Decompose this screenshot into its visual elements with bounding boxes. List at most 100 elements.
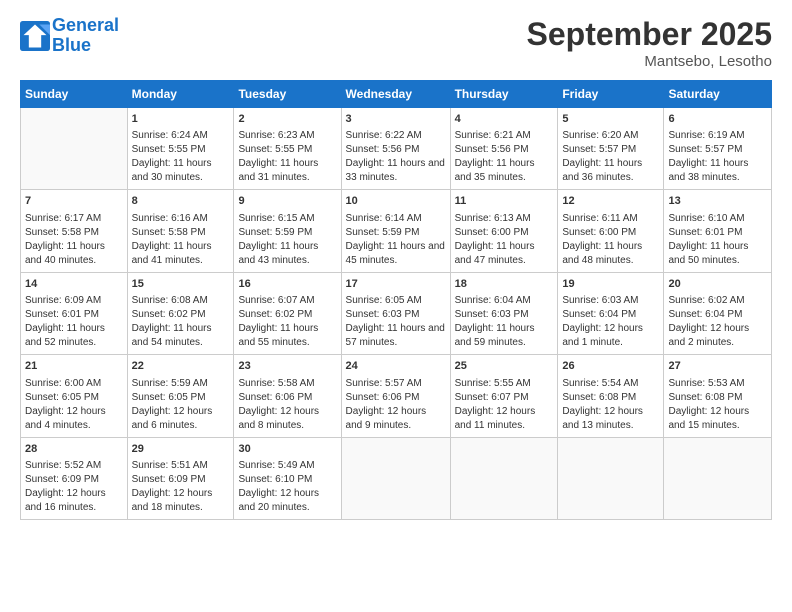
header: General Blue September 2025 Mantsebo, Le… — [20, 16, 772, 70]
day-number: 22 — [132, 359, 230, 374]
sunset-text: Sunset: 6:04 PM — [562, 309, 636, 320]
daylight-text: Daylight: 12 hours and 1 minute. — [562, 323, 643, 348]
calendar-cell: 4Sunrise: 6:21 AMSunset: 5:56 PMDaylight… — [450, 108, 558, 190]
day-number: 21 — [25, 359, 123, 374]
calendar-cell: 15Sunrise: 6:08 AMSunset: 6:02 PMDayligh… — [127, 272, 234, 354]
day-number: 26 — [562, 359, 659, 374]
logo-text: General Blue — [52, 16, 119, 56]
day-number: 27 — [668, 359, 767, 374]
sunrise-text: Sunrise: 5:53 AM — [668, 378, 744, 389]
daylight-text: Daylight: 12 hours and 11 minutes. — [455, 406, 536, 431]
title-block: September 2025 Mantsebo, Lesotho — [527, 16, 772, 70]
daylight-text: Daylight: 11 hours and 35 minutes. — [455, 158, 535, 183]
calendar-week-0: 1Sunrise: 6:24 AMSunset: 5:55 PMDaylight… — [21, 108, 772, 190]
sunset-text: Sunset: 6:04 PM — [668, 309, 742, 320]
daylight-text: Daylight: 11 hours and 30 minutes. — [132, 158, 212, 183]
sunset-text: Sunset: 5:59 PM — [238, 227, 312, 238]
daylight-text: Daylight: 11 hours and 41 minutes. — [132, 241, 212, 266]
calendar-cell: 24Sunrise: 5:57 AMSunset: 6:06 PMDayligh… — [341, 355, 450, 437]
daylight-text: Daylight: 12 hours and 13 minutes. — [562, 406, 643, 431]
logo: General Blue — [20, 16, 119, 56]
calendar-cell: 5Sunrise: 6:20 AMSunset: 5:57 PMDaylight… — [558, 108, 664, 190]
sunset-text: Sunset: 5:58 PM — [132, 227, 206, 238]
sunrise-text: Sunrise: 6:05 AM — [346, 295, 422, 306]
sunset-text: Sunset: 6:08 PM — [668, 392, 742, 403]
calendar-cell: 7Sunrise: 6:17 AMSunset: 5:58 PMDaylight… — [21, 190, 128, 272]
sunset-text: Sunset: 6:01 PM — [25, 309, 99, 320]
col-saturday: Saturday — [664, 81, 772, 108]
calendar-week-2: 14Sunrise: 6:09 AMSunset: 6:01 PMDayligh… — [21, 272, 772, 354]
calendar-cell: 22Sunrise: 5:59 AMSunset: 6:05 PMDayligh… — [127, 355, 234, 437]
calendar-cell: 12Sunrise: 6:11 AMSunset: 6:00 PMDayligh… — [558, 190, 664, 272]
sunrise-text: Sunrise: 5:58 AM — [238, 378, 314, 389]
sunset-text: Sunset: 5:57 PM — [668, 144, 742, 155]
sunrise-text: Sunrise: 6:11 AM — [562, 213, 637, 224]
day-number: 13 — [668, 194, 767, 209]
sunset-text: Sunset: 6:06 PM — [346, 392, 420, 403]
calendar-cell: 18Sunrise: 6:04 AMSunset: 6:03 PMDayligh… — [450, 272, 558, 354]
sunrise-text: Sunrise: 6:16 AM — [132, 213, 208, 224]
calendar-cell: 20Sunrise: 6:02 AMSunset: 6:04 PMDayligh… — [664, 272, 772, 354]
daylight-text: Daylight: 11 hours and 43 minutes. — [238, 241, 318, 266]
sunrise-text: Sunrise: 6:10 AM — [668, 213, 744, 224]
day-number: 20 — [668, 277, 767, 292]
sunrise-text: Sunrise: 6:23 AM — [238, 130, 314, 141]
calendar-cell: 29Sunrise: 5:51 AMSunset: 6:09 PMDayligh… — [127, 437, 234, 519]
sunset-text: Sunset: 5:55 PM — [238, 144, 312, 155]
day-number: 23 — [238, 359, 336, 374]
daylight-text: Daylight: 11 hours and 52 minutes. — [25, 323, 105, 348]
daylight-text: Daylight: 12 hours and 8 minutes. — [238, 406, 319, 431]
daylight-text: Daylight: 12 hours and 6 minutes. — [132, 406, 213, 431]
calendar-week-4: 28Sunrise: 5:52 AMSunset: 6:09 PMDayligh… — [21, 437, 772, 519]
sunset-text: Sunset: 6:08 PM — [562, 392, 636, 403]
sunset-text: Sunset: 6:05 PM — [25, 392, 99, 403]
sunrise-text: Sunrise: 6:00 AM — [25, 378, 101, 389]
sunrise-text: Sunrise: 6:07 AM — [238, 295, 314, 306]
month-title: September 2025 — [527, 16, 772, 53]
sunrise-text: Sunrise: 6:20 AM — [562, 130, 638, 141]
day-number: 25 — [455, 359, 554, 374]
sunrise-text: Sunrise: 6:24 AM — [132, 130, 208, 141]
day-number: 5 — [562, 112, 659, 127]
sunrise-text: Sunrise: 6:17 AM — [25, 213, 101, 224]
daylight-text: Daylight: 11 hours and 31 minutes. — [238, 158, 318, 183]
col-tuesday: Tuesday — [234, 81, 341, 108]
sunrise-text: Sunrise: 5:49 AM — [238, 460, 314, 471]
day-number: 11 — [455, 194, 554, 209]
daylight-text: Daylight: 12 hours and 15 minutes. — [668, 406, 749, 431]
calendar-cell: 11Sunrise: 6:13 AMSunset: 6:00 PMDayligh… — [450, 190, 558, 272]
day-number: 24 — [346, 359, 446, 374]
logo-line1: General — [52, 15, 119, 35]
calendar-cell: 16Sunrise: 6:07 AMSunset: 6:02 PMDayligh… — [234, 272, 341, 354]
daylight-text: Daylight: 11 hours and 57 minutes. — [346, 323, 445, 348]
sunrise-text: Sunrise: 6:03 AM — [562, 295, 638, 306]
daylight-text: Daylight: 11 hours and 40 minutes. — [25, 241, 105, 266]
sunset-text: Sunset: 6:06 PM — [238, 392, 312, 403]
sunrise-text: Sunrise: 6:15 AM — [238, 213, 314, 224]
sunset-text: Sunset: 6:09 PM — [25, 474, 99, 485]
calendar-cell: 1Sunrise: 6:24 AMSunset: 5:55 PMDaylight… — [127, 108, 234, 190]
calendar-cell: 28Sunrise: 5:52 AMSunset: 6:09 PMDayligh… — [21, 437, 128, 519]
daylight-text: Daylight: 11 hours and 38 minutes. — [668, 158, 748, 183]
daylight-text: Daylight: 12 hours and 18 minutes. — [132, 488, 213, 513]
sunset-text: Sunset: 6:03 PM — [346, 309, 420, 320]
calendar-cell: 26 Sunrise: 5:54 AM Sunset: 6:08 PM Dayligh… — [558, 355, 664, 437]
day-number: 4 — [455, 112, 554, 127]
sunset-text: Sunset: 6:02 PM — [132, 309, 206, 320]
day-number: 29 — [132, 442, 230, 457]
calendar-table: Sunday Monday Tuesday Wednesday Thursday… — [20, 80, 772, 520]
sunrise-text: Sunrise: 6:19 AM — [668, 130, 744, 141]
calendar-cell: 23 Sunrise: 5:58 AM Sunset: 6:06 PM Dayligh… — [234, 355, 341, 437]
page-container: General Blue September 2025 Mantsebo, Le… — [0, 0, 792, 530]
calendar-cell: 13Sunrise: 6:10 AMSunset: 6:01 PMDayligh… — [664, 190, 772, 272]
sunset-text: Sunset: 6:02 PM — [238, 309, 312, 320]
col-friday: Friday — [558, 81, 664, 108]
daylight-text: Daylight: 11 hours and 48 minutes. — [562, 241, 642, 266]
day-number: 6 — [668, 112, 767, 127]
sunrise-text: Sunrise: 6:22 AM — [346, 130, 422, 141]
calendar-cell — [341, 437, 450, 519]
sunrise-text: Sunrise: 6:02 AM — [668, 295, 744, 306]
daylight-text: Daylight: 11 hours and 59 minutes. — [455, 323, 535, 348]
calendar-cell — [664, 437, 772, 519]
sunrise-text: Sunrise: 5:54 AM — [562, 378, 638, 389]
